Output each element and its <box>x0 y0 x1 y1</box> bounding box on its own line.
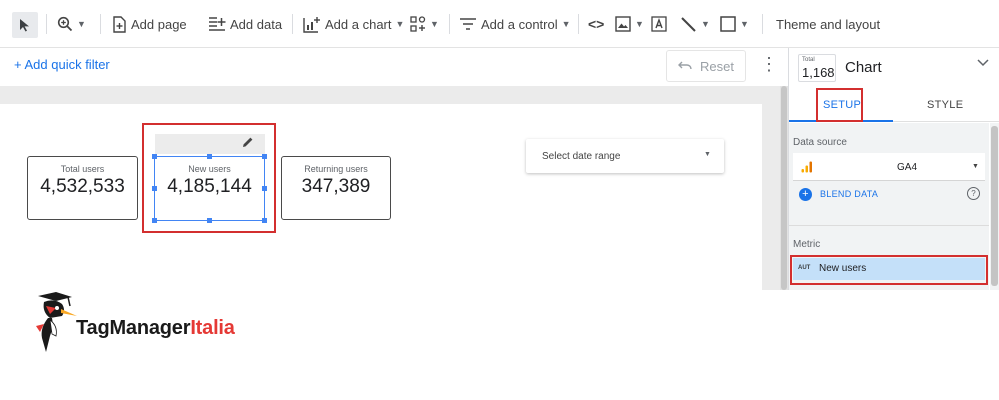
add-chart-icon <box>303 16 320 33</box>
zoom-button[interactable]: ▼ <box>57 0 86 48</box>
select-tool-button[interactable] <box>12 12 38 38</box>
woodpecker-mascot-icon <box>36 292 77 352</box>
text-box-button[interactable] <box>651 0 667 48</box>
logo-wordmark-part1: TagManager <box>76 317 191 339</box>
chart-type-selector[interactable]: Total 1,168 Chart <box>789 48 999 88</box>
add-page-label: Add page <box>131 16 187 32</box>
toolbar-separator <box>46 14 47 34</box>
theme-layout-button[interactable]: Theme and layout <box>776 0 880 48</box>
google-analytics-icon <box>801 161 812 173</box>
text-box-icon <box>651 16 667 32</box>
line-icon <box>681 16 696 32</box>
chevron-down-icon: ▼ <box>704 151 711 158</box>
image-button[interactable]: ▼ <box>615 0 644 48</box>
blend-data-label: BLEND DATA <box>820 189 879 199</box>
scorecard-value: 4,532,533 <box>40 176 125 197</box>
toolbar-separator <box>292 14 293 34</box>
blend-data-button[interactable]: + BLEND DATA <box>799 187 878 201</box>
scorecard-chart-icon: Total 1,168 <box>798 54 836 82</box>
scorecard-label: Returning users <box>304 164 368 174</box>
reset-button[interactable]: Reset <box>666 50 746 82</box>
panel-scrollbar-thumb[interactable] <box>991 126 998 286</box>
scorecard-total-users[interactable]: Total users 4,532,533 <box>27 156 138 220</box>
chart-icon-value: 1,168 <box>802 65 835 80</box>
chevron-down-icon: ▼ <box>77 19 86 29</box>
tagmanager-italia-logo: TagManagerItalia <box>30 292 262 354</box>
chevron-down-icon <box>977 59 989 67</box>
chevron-down-icon: ▼ <box>561 19 571 29</box>
undo-icon <box>678 61 692 70</box>
line-button[interactable]: ▼ <box>680 0 710 48</box>
chevron-down-icon: ▼ <box>635 19 644 29</box>
highlight-box-scorecard <box>142 123 276 233</box>
code-embed-button[interactable]: <> <box>588 0 604 48</box>
scorecard-returning-users[interactable]: Returning users 347,389 <box>281 156 391 220</box>
toolbar-separator <box>578 14 579 34</box>
section-divider <box>789 225 989 226</box>
date-range-control[interactable]: Select date range ▼ <box>526 139 724 173</box>
add-circle-icon: + <box>799 187 812 201</box>
toolbar-separator <box>449 14 450 34</box>
add-chart-button[interactable]: Add a chart ▼ <box>303 0 404 48</box>
filter-bar: + Add quick filter Reset ⋮ <box>0 48 782 86</box>
add-control-button[interactable]: Add a control ▼ <box>459 0 571 48</box>
add-page-button[interactable]: Add page <box>112 0 187 48</box>
more-options-icon[interactable]: ⋮ <box>760 54 778 75</box>
chevron-down-icon: ▼ <box>395 19 405 29</box>
toolbar: ▼ Add page Add data Add a chart ▼ ▼ Add … <box>0 0 999 48</box>
toolbar-separator <box>100 14 101 34</box>
code-icon: <> <box>588 16 605 32</box>
add-data-label: Add data <box>230 16 283 32</box>
add-data-icon <box>209 17 226 31</box>
community-visualizations-icon <box>410 16 426 32</box>
chart-icon-label: Total <box>802 57 815 63</box>
properties-panel: Total 1,168 Chart SETUP STYLE Data sourc… <box>788 48 999 290</box>
highlight-box-metric <box>790 255 988 285</box>
data-source-title: Data source <box>793 137 847 148</box>
chart-name: Chart <box>845 59 882 76</box>
reset-label: Reset <box>700 58 734 74</box>
metric-title: Metric <box>793 239 821 250</box>
date-range-label: Select date range <box>542 151 621 162</box>
add-control-label: Add a control <box>481 16 558 32</box>
logo-wordmark: TagManagerItalia <box>76 317 235 340</box>
add-chart-label: Add a chart <box>325 16 392 32</box>
add-quick-filter-link[interactable]: + Add quick filter <box>14 57 110 72</box>
scorecard-value: 347,389 <box>301 176 371 197</box>
tab-style[interactable]: STYLE <box>927 99 963 111</box>
rectangle-icon <box>720 16 736 32</box>
image-icon <box>615 16 631 32</box>
add-page-icon <box>113 15 126 33</box>
canvas-scrollbar-thumb[interactable] <box>781 86 787 290</box>
community-viz-button[interactable]: ▼ <box>410 0 439 48</box>
shape-button[interactable]: ▼ <box>720 0 749 48</box>
logo-wordmark-part2: Italia <box>190 317 235 339</box>
chevron-down-icon: ▼ <box>430 19 439 29</box>
highlight-box-setup-tab <box>816 88 863 122</box>
chevron-down-icon: ▼ <box>701 19 710 29</box>
add-data-button[interactable]: Add data <box>208 0 282 48</box>
data-source-selector[interactable]: GA4 ▼ <box>793 153 985 181</box>
add-control-icon <box>460 18 476 30</box>
zoom-icon <box>57 16 73 32</box>
toolbar-separator <box>762 14 763 34</box>
help-icon[interactable]: ? <box>967 187 980 200</box>
cursor-icon <box>20 19 29 32</box>
scorecard-label: Total users <box>60 164 105 174</box>
chevron-down-icon: ▼ <box>740 19 749 29</box>
chevron-down-icon: ▼ <box>972 163 979 170</box>
theme-layout-label: Theme and layout <box>776 16 881 32</box>
data-source-name: GA4 <box>897 162 918 173</box>
